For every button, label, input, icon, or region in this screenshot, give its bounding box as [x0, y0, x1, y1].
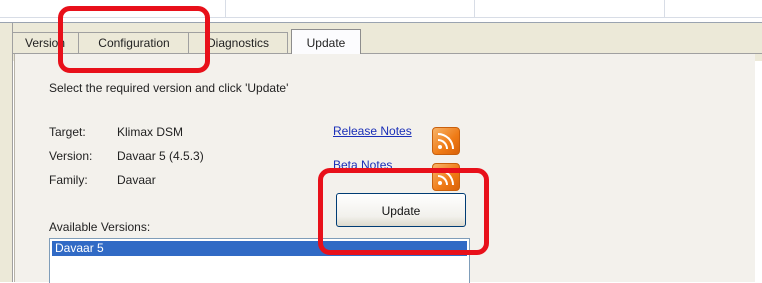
rss-feed-icon[interactable]	[432, 163, 460, 191]
tab-diagnostics[interactable]: Diagnostics	[188, 32, 288, 53]
family-value: Davaar	[117, 173, 156, 187]
beta-notes-link[interactable]: Beta Notes	[333, 158, 392, 172]
family-label: Family:	[49, 173, 88, 187]
grid-col-line	[664, 0, 665, 17]
tab-configuration[interactable]: Configuration	[78, 32, 190, 53]
version-label: Version:	[49, 149, 93, 163]
rss-arc	[438, 169, 454, 185]
available-versions-label: Available Versions:	[49, 220, 151, 234]
update-button[interactable]: Update	[336, 193, 466, 227]
tab-version[interactable]: Version	[10, 32, 80, 53]
version-value: Davaar 5 (4.5.3)	[117, 149, 204, 163]
tab-update[interactable]: Update	[291, 29, 361, 54]
available-versions-list[interactable]: Davaar 5	[49, 238, 470, 283]
list-item[interactable]: Davaar 5	[52, 241, 467, 256]
rss-feed-icon[interactable]	[432, 127, 460, 155]
instruction-text: Select the required version and click 'U…	[49, 81, 289, 95]
grid-col-line	[474, 0, 475, 17]
release-notes-link[interactable]: Release Notes	[333, 124, 412, 138]
grid-col-line	[225, 0, 226, 17]
grid-row-line	[0, 17, 762, 18]
rss-arc	[438, 133, 454, 149]
target-label: Target:	[49, 125, 86, 139]
window-left-edge	[0, 23, 13, 282]
target-value: Klimax DSM	[117, 125, 184, 139]
